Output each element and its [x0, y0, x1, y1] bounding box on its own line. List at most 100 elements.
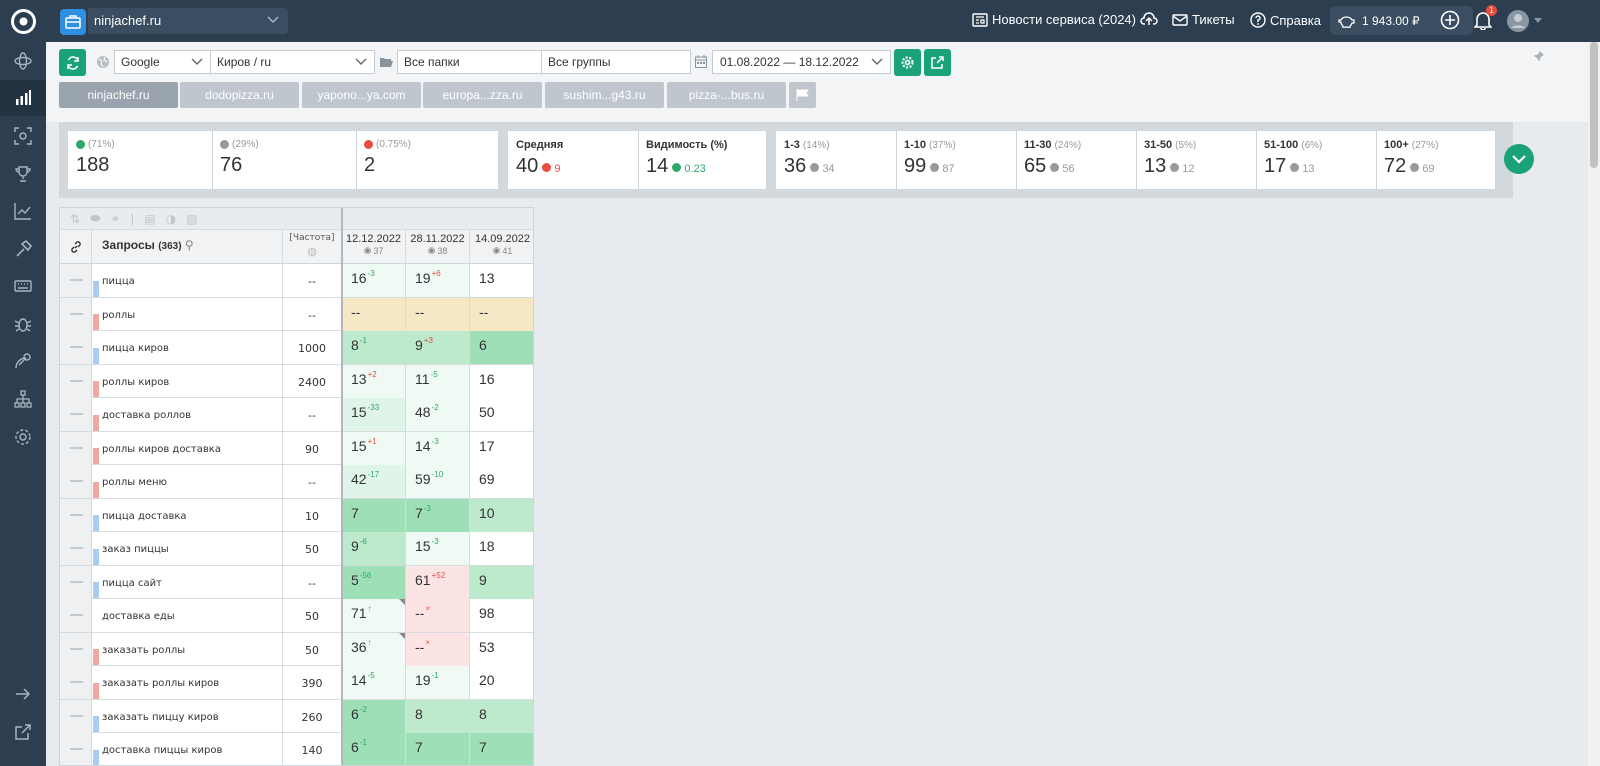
query-cell[interactable]: доставка пиццы киров	[102, 733, 282, 765]
position-cell[interactable]: 9-6	[341, 532, 405, 565]
link-icon[interactable]: ⚭	[110, 212, 120, 226]
row-link-cell[interactable]	[60, 398, 92, 431]
site-tab-2[interactable]: yapono...ya.com	[302, 82, 421, 108]
table-row[interactable]: роллы меню -- 42-17 59-10 69	[60, 465, 533, 499]
query-cell[interactable]: пицца доставка	[102, 499, 282, 532]
position-cell[interactable]: 8	[405, 699, 469, 733]
position-cell[interactable]: 5-56	[341, 565, 405, 599]
position-cell[interactable]: 13	[469, 264, 533, 297]
pin-icon[interactable]	[1534, 51, 1544, 61]
table-row[interactable]: пицца доставка 10 7 7-3 10	[60, 498, 533, 532]
position-cell[interactable]: 16-3	[341, 264, 405, 297]
query-cell[interactable]: роллы	[102, 298, 282, 331]
project-select[interactable]: ninjachef.ru	[88, 8, 288, 34]
nav-top[interactable]	[0, 156, 46, 192]
scrollbar-thumb[interactable]	[1590, 42, 1598, 168]
position-cell[interactable]: 61+52	[405, 565, 469, 599]
position-cell[interactable]: 7-3	[405, 498, 469, 532]
query-cell[interactable]: роллы киров	[102, 365, 282, 398]
groups-select[interactable]: Все группы	[541, 50, 691, 74]
table-row[interactable]: пицца киров 1000 8-1 9+3 6	[60, 331, 533, 365]
export-button[interactable]	[924, 49, 951, 76]
query-cell[interactable]: заказать пиццу киров	[102, 700, 282, 733]
position-cell[interactable]: --	[341, 297, 405, 331]
row-link-cell[interactable]	[60, 331, 92, 364]
engine-select[interactable]: Google	[114, 50, 211, 74]
position-cell[interactable]: 98	[469, 599, 533, 632]
table-row[interactable]: роллы -- -- -- --	[60, 297, 533, 331]
sort-icon[interactable]: ⇅	[70, 212, 80, 226]
nav-dashboard[interactable]	[0, 43, 46, 79]
nav-reports[interactable]	[0, 268, 46, 304]
news-link[interactable]: Новости сервиса (2024)	[972, 12, 1136, 27]
position-cell[interactable]: 14-5	[341, 666, 405, 699]
range-cell-1[interactable]: 1-10 (37%) 99 87	[896, 131, 1016, 189]
position-cell[interactable]: 16	[469, 364, 533, 398]
position-cell[interactable]: --×	[405, 632, 469, 666]
nav-competitors[interactable]	[0, 118, 46, 154]
query-cell[interactable]: заказ пиццы	[102, 532, 282, 565]
position-cell[interactable]: 7	[341, 498, 405, 532]
nav-audit[interactable]	[0, 306, 46, 342]
contrast-icon[interactable]: ◑	[166, 212, 176, 226]
query-cell[interactable]: пицца киров	[102, 331, 282, 364]
position-cell[interactable]: 6	[469, 331, 533, 364]
refresh-button[interactable]	[59, 49, 86, 76]
folders-select[interactable]: Все папки	[397, 50, 542, 74]
query-cell[interactable]: роллы киров доставка	[102, 432, 282, 465]
position-cell[interactable]: 19-1	[405, 666, 469, 699]
position-cell[interactable]: 18	[469, 532, 533, 565]
site-tab-3[interactable]: europa...zza.ru	[423, 82, 542, 108]
table-row[interactable]: доставка пиццы киров 140 6-1 7 7	[60, 733, 533, 765]
position-cell[interactable]: 6-2	[341, 699, 405, 733]
position-cell[interactable]: 50	[469, 398, 533, 431]
position-cell[interactable]: 36↑	[341, 632, 405, 666]
page-scrollbar[interactable]	[1588, 42, 1600, 766]
add-button[interactable]	[1440, 10, 1460, 30]
user-menu[interactable]	[1506, 9, 1542, 33]
range-cell-2[interactable]: 11-30 (24%) 65 56	[1016, 131, 1136, 189]
date-range-select[interactable]: 01.08.2022 — 18.12.2022	[712, 50, 891, 74]
region-select[interactable]: Киров / ru	[210, 50, 375, 74]
range-cell-5[interactable]: 100+ (27%) 72 69	[1376, 131, 1496, 189]
position-cell[interactable]: 7	[469, 733, 533, 765]
upload-button[interactable]	[1140, 12, 1158, 26]
position-cell[interactable]: 71↑	[341, 599, 405, 632]
row-link-cell[interactable]	[60, 364, 92, 398]
query-cell[interactable]: доставка еды	[102, 599, 282, 632]
flag-button[interactable]	[789, 82, 816, 108]
stat-average[interactable]: Средняя 40 9	[508, 131, 638, 189]
position-cell[interactable]: 11-5	[405, 364, 469, 398]
row-link-cell[interactable]	[60, 465, 92, 498]
position-cell[interactable]: 15-33	[341, 398, 405, 431]
position-cell[interactable]: 53	[469, 632, 533, 666]
position-cell[interactable]: 69	[469, 465, 533, 498]
query-cell[interactable]: заказать роллы	[102, 633, 282, 666]
table-row[interactable]: заказать роллы киров 390 14-5 19-1 20	[60, 666, 533, 700]
position-cell[interactable]: 8-1	[341, 331, 405, 364]
row-link-cell[interactable]	[60, 699, 92, 733]
image-icon[interactable]: ▨	[186, 212, 197, 226]
table-row[interactable]: заказать роллы 50 36↑ --× 53	[60, 632, 533, 666]
position-cell[interactable]: 42-17	[341, 465, 405, 498]
stat-up[interactable]: (71%) 188	[68, 131, 212, 189]
row-link-cell[interactable]	[60, 264, 92, 297]
nav-expand[interactable]	[0, 676, 46, 712]
table-row[interactable]: роллы киров доставка 90 15+1 14-3 17	[60, 431, 533, 465]
help-link[interactable]: Справка	[1250, 12, 1321, 28]
row-link-cell[interactable]	[60, 498, 92, 532]
range-cell-4[interactable]: 51-100 (6%) 17 13	[1256, 131, 1376, 189]
nav-positions[interactable]	[0, 80, 46, 116]
date-header-2[interactable]: 14.09.2022 ◉ 41	[469, 230, 533, 264]
row-link-cell[interactable]	[60, 599, 92, 632]
site-tab-0[interactable]: ninjachef.ru	[59, 82, 178, 108]
position-cell[interactable]: --	[469, 297, 533, 331]
site-tab-1[interactable]: dodopizza.ru	[180, 82, 299, 108]
position-cell[interactable]: 19+6	[405, 264, 469, 297]
queries-header[interactable]: Запросы (363) ⚲	[92, 230, 282, 264]
query-cell[interactable]: роллы меню	[102, 465, 282, 498]
date-header-1[interactable]: 28.11.2022 ◉ 38	[405, 230, 469, 264]
expand-stats-button[interactable]	[1504, 144, 1534, 174]
table-row[interactable]: заказать пиццу киров 260 6-2 8 8	[60, 699, 533, 733]
app-logo-icon[interactable]	[11, 9, 36, 34]
